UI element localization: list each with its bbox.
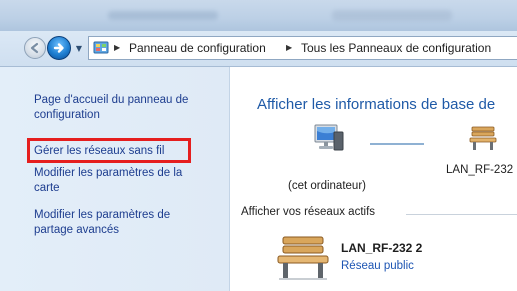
title-bar [0, 0, 517, 31]
control-panel-icon [93, 41, 109, 54]
navigation-bar: ▼ ▶ Panneau de configuration ▶ Tous les … [0, 31, 517, 67]
control-panel-home-link[interactable]: Page d'accueil du panneau de configurati… [34, 93, 224, 123]
control-panel-window: ▼ ▶ Panneau de configuration ▶ Tous les … [0, 0, 517, 291]
section-divider [406, 214, 517, 215]
change-advanced-sharing-settings-link[interactable]: Modifier les paramètres de partage avanc… [34, 208, 200, 238]
title-bar-blur [108, 11, 218, 20]
forward-button[interactable] [47, 36, 71, 60]
breadcrumb-separator-icon: ▶ [114, 43, 121, 52]
chevron-down-icon: ▼ [75, 43, 83, 53]
forward-arrow-icon [53, 43, 64, 53]
active-network-name: LAN_RF-232 2 [341, 241, 423, 255]
main-content: Afficher les informations de base de (ce… [230, 67, 517, 291]
breadcrumb-all-control-panel-items[interactable]: Tous les Panneaux de configuration [301, 37, 491, 59]
computer-label: (cet ordinateur) [288, 180, 366, 192]
network-map-label: LAN_RF-232 [446, 164, 514, 176]
title-bar-blur [332, 10, 452, 21]
breadcrumb-separator-icon: ▶ [286, 43, 293, 52]
highlight-box [27, 138, 191, 163]
bench-icon [277, 236, 329, 280]
computer-icon [314, 124, 344, 151]
back-button[interactable] [24, 37, 46, 59]
page-title: Afficher les informations de base de [257, 96, 496, 113]
network-type-link[interactable]: Réseau public [341, 260, 414, 272]
address-bar[interactable]: ▶ Panneau de configuration ▶ Tous les Pa… [88, 36, 517, 60]
change-adapter-settings-link[interactable]: Modifier les paramètres de la carte [34, 166, 200, 196]
recent-pages-dropdown[interactable]: ▼ [74, 41, 84, 55]
back-arrow-icon [30, 42, 39, 54]
bench-icon [469, 126, 497, 150]
left-navigation-pane: Page d'accueil du panneau de configurati… [0, 67, 230, 291]
breadcrumb-control-panel[interactable]: Panneau de configuration [129, 37, 266, 59]
connection-line [370, 143, 424, 145]
active-networks-label: Afficher vos réseaux actifs [241, 206, 376, 218]
